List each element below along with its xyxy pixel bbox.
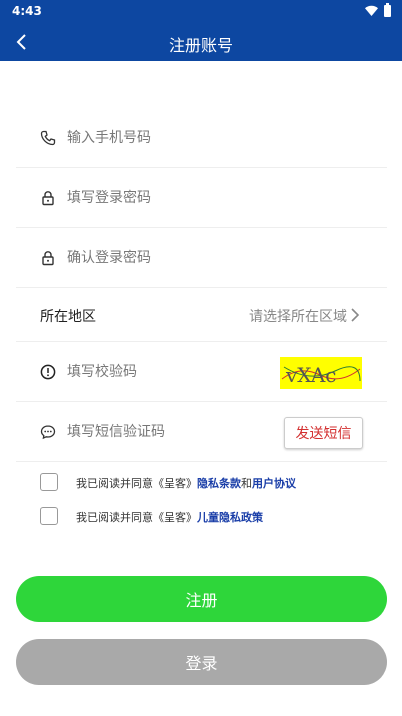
captcha-image[interactable]: vXAc bbox=[280, 357, 362, 389]
lock-icon bbox=[42, 191, 54, 206]
lock-icon bbox=[42, 251, 54, 266]
region-label: 所在地区 bbox=[40, 309, 96, 325]
captcha-input[interactable] bbox=[67, 359, 267, 385]
captcha-row: vXAc bbox=[16, 342, 387, 402]
sms-code-input[interactable] bbox=[67, 419, 267, 445]
status-bar: 4:43 bbox=[0, 0, 402, 24]
region-selector[interactable]: 所在地区 请选择所在区域 bbox=[16, 288, 387, 342]
register-button[interactable]: 注册 bbox=[16, 576, 387, 622]
children-privacy-link[interactable]: 儿童隐私政策 bbox=[197, 511, 263, 524]
captcha-text: vXAc bbox=[285, 363, 336, 387]
privacy-terms-link[interactable]: 隐私条款 bbox=[197, 477, 241, 490]
chevron-right-icon bbox=[351, 308, 360, 322]
confirm-password-row bbox=[16, 228, 387, 288]
agree-children-checkbox[interactable] bbox=[40, 507, 58, 525]
sms-row: 发送短信 bbox=[16, 402, 387, 462]
phone-icon bbox=[40, 130, 56, 146]
phone-row bbox=[16, 108, 387, 168]
password-row bbox=[16, 168, 387, 228]
chat-bubble-icon bbox=[40, 425, 56, 440]
phone-input[interactable] bbox=[67, 125, 317, 151]
battery-icon bbox=[384, 3, 391, 17]
agreement-joiner: 和 bbox=[241, 477, 252, 490]
app-bar: 注册账号 bbox=[0, 24, 402, 61]
agree-privacy-checkbox[interactable] bbox=[40, 473, 58, 491]
agreement-prefix: 我已阅读并同意《呈客》 bbox=[76, 477, 197, 490]
captcha-noise: vXAc bbox=[281, 363, 361, 387]
region-value: 请选择所在区域 bbox=[249, 309, 347, 325]
login-button[interactable]: 登录 bbox=[16, 639, 387, 685]
alert-circle-icon bbox=[40, 364, 56, 380]
page-title: 注册账号 bbox=[168, 36, 233, 55]
user-agreement-link[interactable]: 用户协议 bbox=[252, 477, 296, 490]
wifi-icon bbox=[365, 5, 378, 16]
status-time: 4:43 bbox=[12, 4, 42, 18]
password-input[interactable] bbox=[67, 185, 317, 211]
send-sms-button[interactable]: 发送短信 bbox=[284, 417, 363, 449]
confirm-password-input[interactable] bbox=[67, 245, 317, 271]
agreement-prefix: 我已阅读并同意《呈客》 bbox=[76, 511, 197, 524]
